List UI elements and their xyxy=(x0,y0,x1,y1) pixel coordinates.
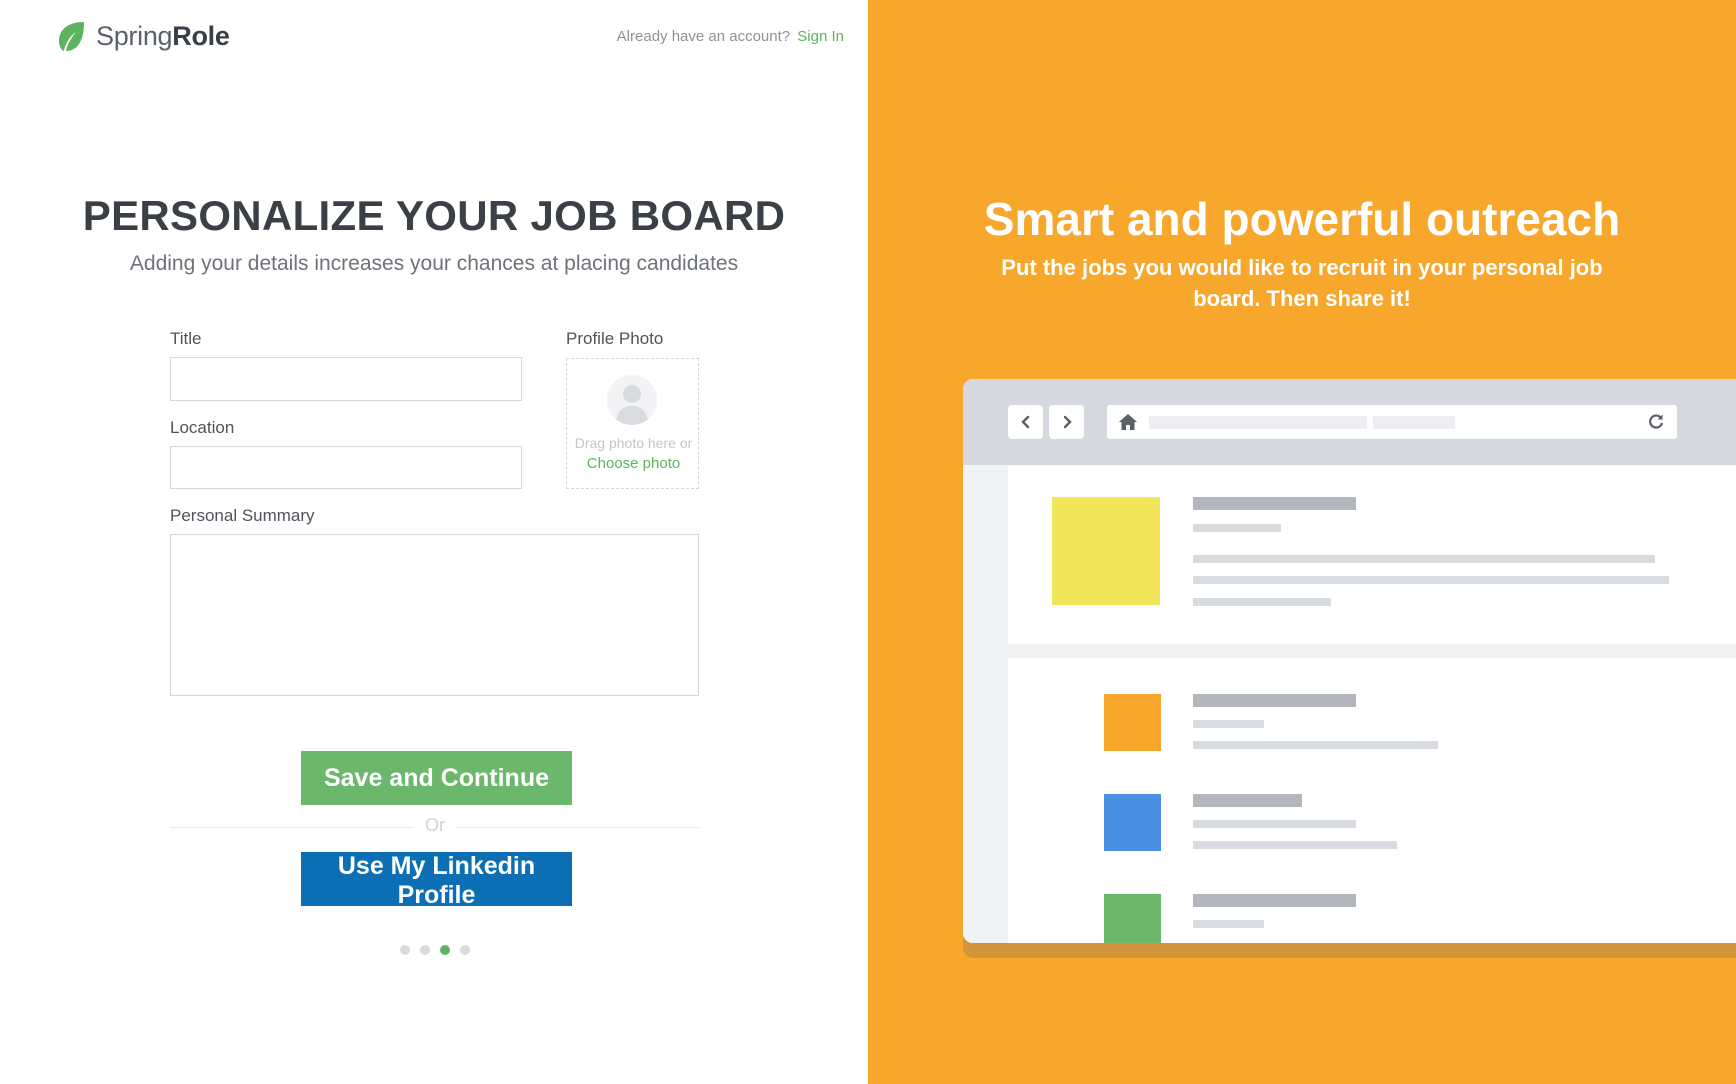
placeholder-bar xyxy=(1193,720,1264,728)
brand-name: SpringRole xyxy=(96,21,230,52)
springrole-logo[interactable]: SpringRole xyxy=(56,20,230,53)
placeholder-bar xyxy=(1193,524,1281,532)
leaf-icon xyxy=(59,22,84,51)
home-icon xyxy=(1119,414,1137,430)
account-prompt-text: Already have an account? xyxy=(616,28,791,45)
placeholder-bar xyxy=(1193,576,1669,584)
refresh-icon xyxy=(1649,414,1664,429)
or-divider-text: Or xyxy=(425,815,445,835)
step-dot-active[interactable] xyxy=(440,945,450,955)
browser-illustration xyxy=(963,379,1736,943)
placeholder-bar xyxy=(1193,497,1356,510)
step-dot[interactable] xyxy=(400,945,410,955)
address-placeholder xyxy=(1373,416,1455,429)
placeholder-bar xyxy=(1193,841,1397,849)
signup-panel: SpringRole Already have an account? Sign… xyxy=(0,0,868,1084)
title-label: Title xyxy=(170,329,202,348)
promo-panel: Smart and powerful outreach Put the jobs… xyxy=(868,0,1736,1084)
browser-content xyxy=(963,465,1736,943)
job-thumbnail xyxy=(1104,694,1161,751)
job-thumbnail xyxy=(1104,894,1161,943)
placeholder-bar xyxy=(1193,894,1356,907)
job-thumbnail xyxy=(1052,497,1160,605)
location-input[interactable] xyxy=(170,446,522,489)
placeholder-bar xyxy=(1193,598,1331,606)
or-divider-left xyxy=(170,827,413,828)
page-subtitle: Adding your details increases your chanc… xyxy=(129,252,739,275)
placeholder-bar xyxy=(1193,694,1356,707)
browser-toolbar xyxy=(963,379,1736,465)
featured-job-card xyxy=(1008,465,1736,644)
step-indicator xyxy=(400,945,480,955)
placeholder-bar xyxy=(1193,555,1655,563)
sign-in-prompt: Already have an account? Sign In xyxy=(617,28,844,45)
personal-summary-textarea[interactable] xyxy=(170,534,699,696)
sign-in-link[interactable]: Sign In xyxy=(797,28,844,45)
placeholder-bar xyxy=(1193,741,1438,749)
forward-arrow-icon xyxy=(1049,405,1084,439)
promo-title: Smart and powerful outreach xyxy=(983,193,1621,245)
title-input[interactable] xyxy=(170,357,522,401)
linkedin-profile-button[interactable]: Use My Linkedin Profile xyxy=(301,852,572,909)
brand-name-bold: Role xyxy=(172,21,230,51)
page-title: PERSONALIZE YOUR JOB BOARD xyxy=(82,192,786,239)
promo-subtitle: Put the jobs you would like to recruit i… xyxy=(1001,255,1603,311)
job-list-card xyxy=(1008,658,1736,943)
personal-summary-label: Personal Summary xyxy=(170,506,315,525)
save-and-continue-button[interactable]: Save and Continue xyxy=(301,751,572,805)
back-arrow-icon xyxy=(1008,405,1043,439)
or-divider-right xyxy=(456,827,699,828)
choose-photo-link[interactable]: Choose photo xyxy=(567,455,700,472)
location-label: Location xyxy=(170,418,235,437)
placeholder-bar xyxy=(1193,794,1302,807)
job-thumbnail xyxy=(1104,794,1161,851)
profile-photo-label: Profile Photo xyxy=(566,329,664,348)
step-dot[interactable] xyxy=(420,945,430,955)
address-bar xyxy=(1107,405,1677,439)
brand-name-light: Spring xyxy=(96,21,173,51)
photo-dropzone[interactable]: Drag photo here or Choose photo xyxy=(566,358,699,489)
avatar-placeholder-icon xyxy=(607,375,657,425)
drag-photo-text: Drag photo here or xyxy=(574,435,693,451)
address-placeholder xyxy=(1149,416,1367,429)
placeholder-bar xyxy=(1193,920,1264,928)
placeholder-bar xyxy=(1193,820,1356,828)
step-dot[interactable] xyxy=(460,945,470,955)
